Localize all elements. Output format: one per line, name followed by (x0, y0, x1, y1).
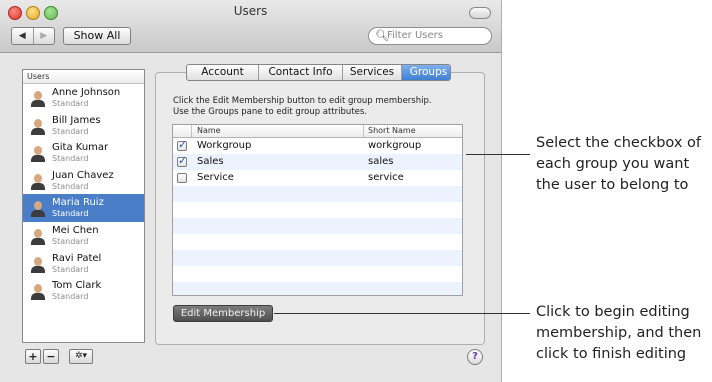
user-role: Standard (52, 126, 89, 136)
user-role: Standard (52, 154, 89, 164)
group-row[interactable]: Workgroup workgroup (173, 138, 462, 154)
user-role: Standard (52, 181, 89, 191)
group-membership-checkbox[interactable] (177, 154, 187, 167)
group-short-name: sales (368, 156, 394, 167)
title-bar: Users ◀ ▶ Show All 🔍︎ Filter Users (0, 0, 501, 53)
forward-arrow-icon[interactable]: ▶ (32, 28, 55, 44)
column-header-name[interactable]: Name (197, 125, 221, 137)
user-row[interactable]: Maria Ruiz Standard (23, 194, 144, 222)
user-row[interactable]: Ravi Patel Standard (23, 250, 144, 278)
callout-edit-line-3: click to finish editing (536, 346, 687, 362)
user-row[interactable]: Gita Kumar Standard (23, 139, 144, 167)
action-gear-menu-button[interactable]: ✲▾ (69, 349, 93, 364)
user-avatar-icon (29, 144, 47, 163)
tab-account[interactable]: Account (187, 65, 258, 80)
user-avatar-icon (29, 199, 47, 218)
users-list[interactable]: Users Anne Johnson Standard Bill James Stan… (22, 69, 145, 343)
window-title: Users (233, 4, 268, 18)
group-membership-checkbox[interactable] (177, 173, 187, 183)
group-row[interactable]: Sales sales (173, 154, 462, 170)
user-row[interactable]: Tom Clark Standard (23, 277, 144, 305)
user-row[interactable]: Bill James Standard (23, 112, 144, 140)
show-all-button[interactable]: Show All (63, 27, 131, 45)
instruction-line-2: Use the Groups pane to edit group attrib… (173, 107, 368, 117)
group-row[interactable]: Service service (173, 170, 462, 186)
callout-edit-text: Click to begin editing membership, and t… (536, 302, 701, 365)
user-avatar-icon (29, 172, 47, 190)
column-header-short-name[interactable]: Short Name (368, 125, 416, 137)
callout-leader-edit (274, 313, 530, 314)
add-user-button[interactable]: + (25, 349, 41, 364)
group-short-name: service (368, 172, 404, 183)
callout-leader-checkbox (466, 154, 530, 155)
user-avatar-icon (29, 282, 47, 301)
user-name: Mei Chen (52, 224, 99, 236)
user-name: Tom Clark (52, 280, 102, 292)
group-name: Service (197, 172, 234, 183)
tab-services[interactable]: Services (342, 65, 401, 80)
user-avatar-icon (29, 89, 47, 107)
user-name: Ravi Patel (52, 252, 102, 264)
user-avatar-icon (29, 227, 47, 245)
toolbar-toggle-button[interactable] (469, 7, 491, 19)
user-role: Standard (52, 236, 89, 246)
user-name: Gita Kumar (52, 142, 109, 154)
group-name: Workgroup (197, 140, 252, 151)
callout-checkbox-line-3: the user to belong to (536, 177, 689, 193)
groups-table-header: Name Short Name (173, 125, 462, 138)
remove-user-button[interactable]: − (43, 349, 59, 364)
tab-bar: Account Contact Info Services Groups (186, 64, 451, 81)
filter-users-search-field[interactable]: 🔍︎ Filter Users (368, 27, 492, 45)
user-name: Maria Ruiz (52, 197, 104, 209)
group-name: Sales (197, 156, 224, 167)
user-avatar-icon (29, 255, 47, 273)
user-role: Standard (52, 209, 89, 219)
back-forward-control[interactable]: ◀ ▶ (11, 27, 55, 45)
user-role: Standard (52, 264, 89, 274)
back-arrow-icon[interactable]: ◀ (12, 28, 33, 44)
callout-checkbox-line-2: each group you want (536, 156, 690, 172)
user-row[interactable]: Anne Johnson Standard (23, 84, 144, 112)
users-list-header: Users (23, 70, 144, 84)
user-name: Juan Chavez (52, 169, 114, 181)
user-avatar-icon (29, 117, 47, 135)
callout-checkbox-text: Select the checkbox of each group you wa… (536, 133, 701, 196)
edit-membership-button[interactable]: Edit Membership (173, 305, 273, 322)
user-row[interactable]: Mei Chen Standard (23, 222, 144, 250)
tab-groups[interactable]: Groups (401, 65, 450, 80)
user-role: Standard (52, 99, 89, 108)
callout-checkbox-line-1: Select the checkbox of (536, 135, 701, 151)
user-role: Standard (52, 292, 89, 302)
callout-edit-line-1: Click to begin editing (536, 304, 690, 320)
user-name: Anne Johnson (52, 87, 121, 98)
group-short-name: workgroup (368, 140, 422, 151)
tab-contact-info[interactable]: Contact Info (258, 65, 342, 80)
group-membership-checkbox[interactable] (177, 138, 187, 151)
users-window: Users ◀ ▶ Show All 🔍︎ Filter Users Users… (0, 0, 502, 382)
user-row[interactable]: Juan Chavez Standard (23, 167, 144, 195)
user-name: Bill James (52, 114, 101, 126)
help-button[interactable]: ? (467, 349, 483, 365)
groups-table: Name Short Name Workgroup workgroup Sales s… (172, 124, 463, 296)
search-placeholder: Filter Users (387, 30, 443, 41)
callout-edit-line-2: membership, and then (536, 325, 702, 341)
instruction-line-1: Click the Edit Membership button to edit… (173, 96, 432, 106)
